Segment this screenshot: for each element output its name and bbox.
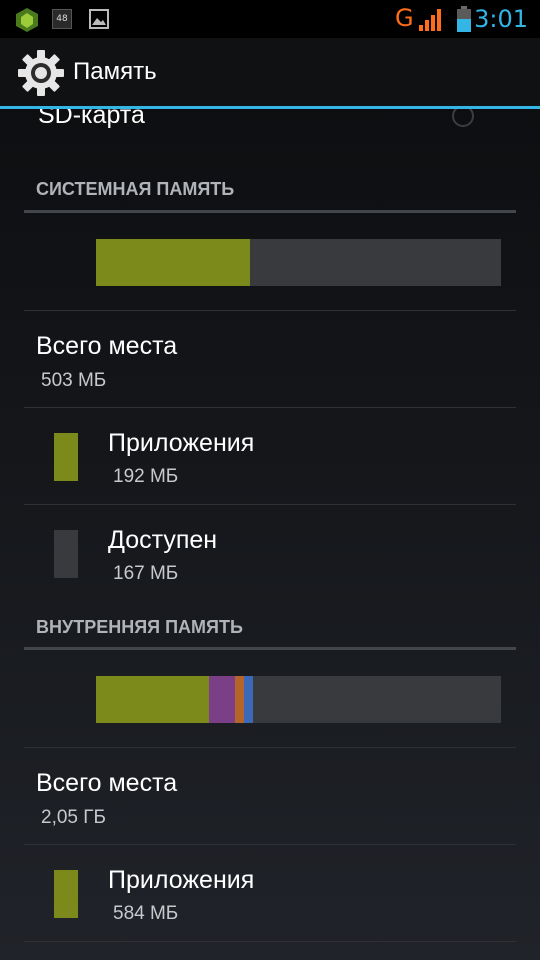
usage-segment-apps [96, 676, 210, 723]
divider [24, 504, 516, 505]
system-total-label: Всего места [36, 332, 178, 360]
page-title: Память [73, 58, 157, 85]
divider [24, 310, 516, 311]
usage-segment-other [235, 676, 245, 723]
internal-memory-header: ВНУТРЕННЯЯ ПАМЯТЬ [36, 617, 243, 637]
network-type-label: G [395, 4, 414, 32]
internal-total-value: 2,05 ГБ [41, 807, 107, 828]
gear-icon[interactable] [17, 49, 65, 97]
apps-color-swatch [54, 870, 78, 918]
system-free-value: 167 МБ [113, 563, 179, 584]
sd-card-radio[interactable] [452, 109, 474, 127]
usage-segment-cache [244, 676, 254, 723]
apps-color-swatch [54, 433, 78, 481]
section-rule [24, 647, 516, 650]
internal-apps-label[interactable]: Приложения [108, 866, 254, 895]
android-bug-icon [16, 8, 38, 32]
system-total-value: 503 МБ [41, 370, 107, 391]
divider [24, 941, 516, 942]
system-apps-value: 192 МБ [113, 466, 179, 487]
signal-icon [419, 9, 441, 31]
system-free-label: Доступен [108, 526, 218, 554]
image-icon [89, 9, 109, 29]
system-memory-usage-bar [96, 239, 501, 286]
divider [24, 407, 516, 408]
system-apps-label[interactable]: Приложения [108, 429, 254, 458]
notification-48-icon: 48 [52, 9, 72, 29]
internal-apps-value: 584 МБ [113, 903, 179, 924]
usage-segment-media [209, 676, 236, 723]
battery-icon [457, 6, 471, 32]
free-color-swatch [54, 530, 78, 578]
divider [24, 844, 516, 845]
sd-card-label[interactable]: SD-карта [38, 109, 145, 130]
divider [24, 747, 516, 748]
status-bar: 48 G 3:01 [0, 0, 540, 38]
internal-memory-usage-bar [96, 676, 501, 723]
usage-segment-apps [96, 239, 250, 286]
settings-list[interactable]: SD-карта СИСТЕМНАЯ ПАМЯТЬ Всего места 50… [0, 109, 540, 960]
internal-total-label: Всего места [36, 769, 178, 797]
system-memory-header: СИСТЕМНАЯ ПАМЯТЬ [36, 179, 235, 199]
clock: 3:01 [474, 5, 528, 33]
section-rule [24, 210, 516, 213]
